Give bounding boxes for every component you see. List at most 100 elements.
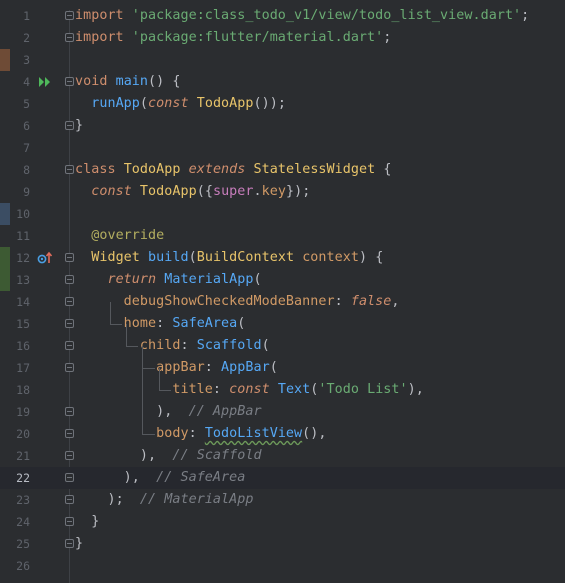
fold-marker-icon[interactable] — [65, 407, 74, 416]
fold-marker-icon[interactable] — [65, 77, 74, 86]
code-token: appBar — [156, 360, 205, 375]
fold-marker-icon[interactable] — [65, 341, 74, 350]
code-line-17[interactable]: 17 appBar: AppBar( — [0, 357, 565, 379]
override-icon[interactable] — [37, 251, 53, 265]
fold-marker-icon[interactable] — [65, 275, 74, 284]
code-line-24[interactable]: 24 } — [0, 511, 565, 533]
fold-marker-icon[interactable] — [65, 297, 74, 306]
code-text[interactable]: title: const Text('Todo List'), — [75, 379, 424, 401]
code-text[interactable]: home: SafeArea( — [75, 313, 246, 335]
code-line-16[interactable]: 16 child: Scaffold( — [0, 335, 565, 357]
code-line-15[interactable]: 15 home: SafeArea( — [0, 313, 565, 335]
code-text[interactable]: } — [75, 115, 83, 137]
fold-marker-icon[interactable] — [65, 363, 74, 372]
code-line-1[interactable]: 1 import 'package:class_todo_v1/view/todo… — [0, 5, 565, 27]
code-token: : — [212, 382, 230, 397]
fold-marker-icon[interactable] — [65, 517, 74, 526]
fold-marker-icon[interactable] — [65, 33, 74, 42]
code-line-5[interactable]: 5 runApp(const TodoApp()); — [0, 93, 565, 115]
line-number: 15 — [16, 317, 30, 331]
code-token: 'Todo List' — [318, 382, 408, 397]
code-text[interactable]: return MaterialApp( — [75, 269, 262, 291]
code-line-14[interactable]: 14 debugShowCheckedModeBanner: false, — [0, 291, 565, 313]
code-text[interactable]: ); // MaterialApp — [75, 489, 254, 511]
code-line-4[interactable]: 4 void main() { — [0, 71, 565, 93]
code-text[interactable]: @override — [75, 225, 164, 247]
code-text[interactable]: ), // AppBar — [75, 401, 262, 423]
code-editor[interactable]: 1 import 'package:class_todo_v1/view/todo… — [0, 0, 565, 583]
code-text[interactable]: child: Scaffold( — [75, 335, 270, 357]
code-text[interactable]: appBar: AppBar( — [75, 357, 278, 379]
code-line-11[interactable]: 11 @override — [0, 225, 565, 247]
fold-marker-icon[interactable] — [65, 165, 74, 174]
code-text[interactable]: import 'package:class_todo_v1/view/todo_… — [75, 5, 529, 27]
code-token: ); — [107, 492, 124, 507]
code-line-26[interactable]: 26 — [0, 555, 565, 577]
code-line-19[interactable]: 19 ), // AppBar — [0, 401, 565, 423]
fold-marker-icon[interactable] — [65, 11, 74, 20]
code-text[interactable]: body: TodoListView(), — [75, 423, 327, 445]
code-token: home — [123, 316, 157, 331]
code-text[interactable]: void main() { — [75, 71, 180, 93]
code-line-12[interactable]: 12 Widget build(BuildContext context) { — [0, 247, 565, 269]
code-line-6[interactable]: 6} — [0, 115, 565, 137]
code-token: return — [107, 272, 157, 287]
fold-marker-icon[interactable] — [65, 319, 74, 328]
code-line-10[interactable]: 10 — [0, 203, 565, 225]
code-token: . — [253, 184, 262, 199]
line-number: 26 — [16, 559, 30, 573]
fold-marker-icon[interactable] — [65, 495, 74, 504]
fold-marker-icon[interactable] — [65, 429, 74, 438]
code-line-9[interactable]: 9 const TodoApp({super.key}); — [0, 181, 565, 203]
code-token: (), — [302, 426, 327, 441]
code-token: : — [156, 316, 173, 331]
code-token: } — [75, 536, 84, 551]
code-text[interactable]: ), // Scaffold — [75, 445, 262, 467]
code-text[interactable]: debugShowCheckedModeBanner: false, — [75, 291, 400, 313]
code-token: () { — [148, 74, 181, 89]
code-line-25[interactable]: 25} — [0, 533, 565, 555]
code-token: TodoListView — [204, 426, 303, 441]
fold-marker-icon[interactable] — [65, 451, 74, 460]
line-number: 7 — [23, 141, 30, 155]
code-text[interactable]: } — [75, 511, 99, 533]
code-line-22[interactable]: 22 ), // SafeArea — [0, 467, 565, 489]
code-text[interactable]: const TodoApp({super.key}); — [75, 181, 310, 203]
fold-marker-icon[interactable] — [65, 253, 74, 262]
indent-guide — [142, 346, 144, 434]
code-line-8[interactable]: 8 class TodoApp extends StatelessWidget { — [0, 159, 565, 181]
code-token: ), — [123, 470, 140, 485]
fold-marker-icon[interactable] — [65, 121, 74, 130]
run-icon[interactable] — [38, 76, 52, 88]
fold-marker-icon[interactable] — [65, 539, 74, 548]
code-line-3[interactable]: 3 — [0, 49, 565, 71]
code-token: class — [75, 162, 116, 177]
code-token: , — [391, 294, 400, 309]
fold-marker-icon[interactable] — [65, 473, 74, 482]
code-token: // MaterialApp — [139, 492, 254, 507]
code-text[interactable]: runApp(const TodoApp()); — [75, 93, 286, 115]
indent-guide — [158, 390, 171, 391]
line-number: 14 — [16, 295, 30, 309]
code-line-18[interactable]: 18 title: const Text('Todo List'), — [0, 379, 565, 401]
code-line-21[interactable]: 21 ), // Scaffold — [0, 445, 565, 467]
code-text[interactable]: Widget build(BuildContext context) { — [75, 247, 383, 269]
code-text[interactable]: class TodoApp extends StatelessWidget { — [75, 159, 391, 181]
code-line-2[interactable]: 2 import 'package:flutter/material.dart'; — [0, 27, 565, 49]
code-line-13[interactable]: 13 return MaterialApp( — [0, 269, 565, 291]
code-token: 'package:class_todo_v1/view/todo_list_vi… — [131, 8, 522, 23]
code-line-7[interactable]: 7 — [0, 137, 565, 159]
code-token: TodoApp — [139, 184, 197, 199]
code-text[interactable]: import 'package:flutter/material.dart'; — [75, 27, 391, 49]
code-line-23[interactable]: 23 ); // MaterialApp — [0, 489, 565, 511]
code-line-20[interactable]: 20 body: TodoListView(), — [0, 423, 565, 445]
code-text[interactable]: } — [75, 533, 83, 555]
code-text[interactable]: ), // SafeArea — [75, 467, 246, 489]
